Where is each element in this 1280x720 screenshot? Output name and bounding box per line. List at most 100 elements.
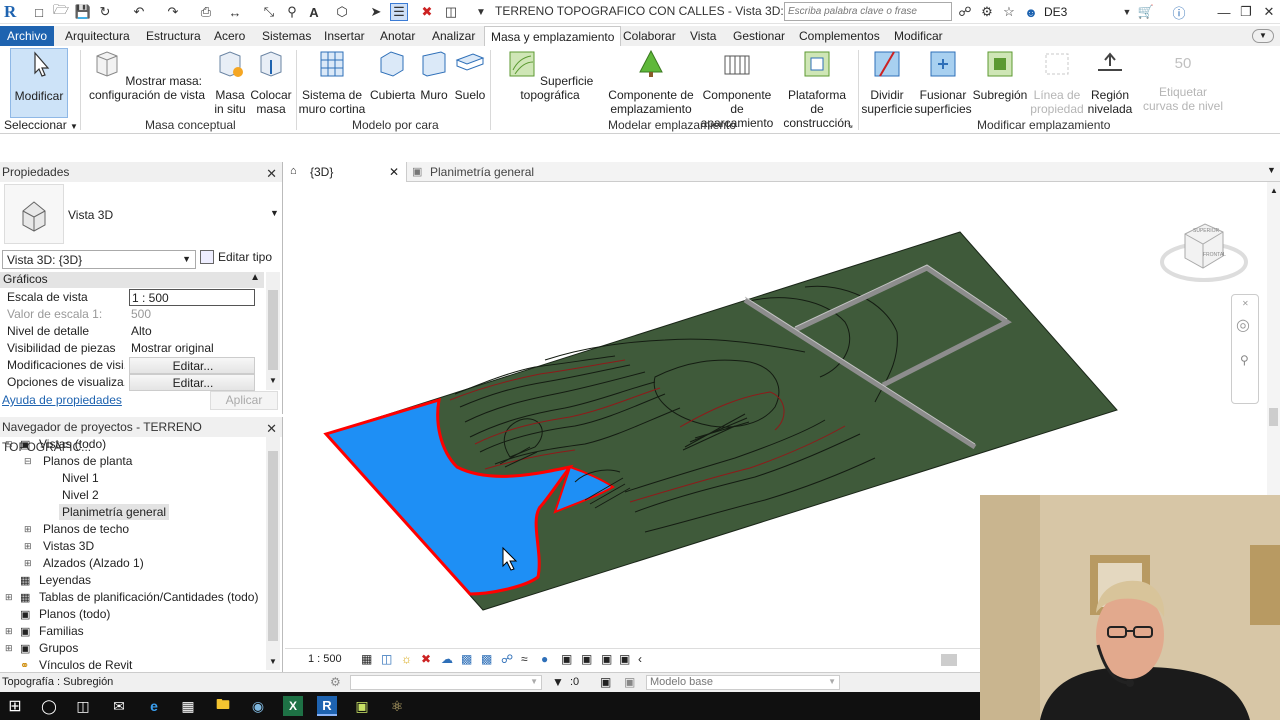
temp-hide-icon[interactable]: ≈ [521, 652, 528, 666]
edit-type-button[interactable]: Editar tipo [200, 250, 272, 264]
tag-icon[interactable]: ⚲ [283, 3, 301, 21]
apply-button[interactable]: Aplicar [210, 391, 278, 410]
close-icon[interactable]: ✕ [1260, 3, 1278, 21]
section-icon[interactable]: ➤ [367, 3, 385, 21]
tree-item-familias[interactable]: Familias [39, 624, 84, 638]
view-scale-field[interactable]: 1 : 500 [129, 289, 255, 306]
cortana-icon[interactable]: ◯ [39, 696, 59, 716]
building-pad-button[interactable]: Plataforma de construcción [780, 48, 854, 130]
tab-3d-view[interactable]: ⌂ {3D} ✕ [285, 162, 407, 182]
tree-item-alzados[interactable]: Alzados (Alzado 1) [43, 556, 144, 570]
windows-start-icon[interactable]: ⊞ [5, 696, 25, 716]
tab-sistemas[interactable]: Sistemas [256, 26, 317, 46]
customize-quick-access-icon[interactable]: ▼ [472, 3, 490, 21]
tree-item-grupos[interactable]: Grupos [39, 641, 78, 655]
restore-icon[interactable]: ❐ [1237, 3, 1255, 21]
parts-visibility-field[interactable]: Mostrar original [129, 340, 255, 357]
reveal-constraints-icon[interactable]: ▣ [619, 652, 630, 666]
tree-item-nivel-1[interactable]: Nivel 1 [62, 471, 99, 485]
revit-taskbar-icon[interactable]: R [317, 696, 337, 716]
expand-icon[interactable]: ⊞ [24, 558, 32, 569]
editable-only-icon[interactable]: ▣ [624, 675, 635, 689]
notes-icon[interactable]: ▣ [352, 696, 372, 716]
properties-scrollbar[interactable]: ▼ [266, 272, 280, 390]
analytical-model-icon[interactable]: ▣ [581, 652, 592, 666]
tab-anotar[interactable]: Anotar [374, 26, 421, 46]
highlight-displacement-icon[interactable]: ▣ [601, 652, 612, 666]
tab-insertar[interactable]: Insertar [318, 26, 371, 46]
steering-wheel-icon[interactable]: ◎ [1236, 315, 1250, 335]
workset-dropdown[interactable]: ▼ [350, 675, 542, 690]
horizontal-scroll-thumb[interactable] [941, 654, 957, 666]
modify-button[interactable]: Modificar [10, 48, 68, 118]
tree-item-tablas[interactable]: Tablas de planificación/Cantidades (todo… [39, 590, 258, 604]
tree-item-leyendas[interactable]: Leyendas [39, 573, 91, 587]
roof-button[interactable]: Cubierta [370, 48, 415, 102]
tab-vista[interactable]: Vista [684, 26, 722, 46]
edge-icon[interactable]: e [144, 696, 164, 716]
viewbar-more-icon[interactable]: ‹ [638, 652, 642, 666]
type-name[interactable]: Vista 3D [68, 208, 113, 222]
label-contours-button[interactable]: 50 Etiquetar curvas de nivel [1140, 48, 1226, 113]
tab-masa-y-emplazamiento[interactable]: Masa y emplazamiento [484, 26, 622, 47]
vg-overrides-edit-button[interactable]: Editar... [129, 357, 255, 374]
user-menu-chevron-icon[interactable]: ▼ [1118, 3, 1136, 21]
zoom-region-icon[interactable]: ⚲ [1240, 353, 1249, 367]
tab-gestionar[interactable]: Gestionar [727, 26, 791, 46]
open-icon[interactable]: 🗁 [52, 2, 70, 21]
tab-archivo[interactable]: Archivo [0, 26, 55, 46]
file-explorer-icon[interactable]: 🖿 [213, 696, 233, 716]
view-scale-control[interactable]: 1 : 500 [308, 653, 342, 665]
browser-scrollbar[interactable]: ▼ [266, 437, 280, 670]
detail-level-field[interactable]: Alto [129, 323, 255, 340]
minimize-icon[interactable]: — [1215, 3, 1233, 21]
show-mass-button[interactable]: Mostrar masa: configuración de vista [88, 48, 206, 102]
help-icon[interactable]: ⓘ [1170, 3, 1188, 21]
communication-icon[interactable]: ⚙ [978, 3, 996, 21]
tab-estructura[interactable]: Estructura [140, 26, 207, 46]
curtain-system-button[interactable]: Sistema de muro cortina [298, 48, 366, 116]
tree-item-vinculos[interactable]: Vínculos de Revit [39, 658, 132, 672]
tree-item-planimetria-general[interactable]: Planimetría general [59, 504, 170, 520]
panel-launcher-icon[interactable]: ↘ [846, 120, 854, 131]
temp-view-props-icon[interactable]: ▣ [561, 652, 572, 666]
dimension-icon[interactable]: ⤡ [260, 3, 278, 21]
merge-surfaces-button[interactable]: Fusionar superficies [914, 48, 972, 116]
subregion-button[interactable]: Subregión [972, 48, 1028, 102]
chrome-icon[interactable]: ◉ [248, 696, 268, 716]
panel-seleccionar[interactable]: Seleccionar ▼ [4, 118, 78, 132]
search-input[interactable] [784, 2, 952, 21]
switch-windows-icon[interactable]: ◫ [442, 3, 460, 21]
undo-icon[interactable]: ↶ [130, 3, 148, 21]
task-view-icon[interactable]: ◫ [73, 696, 93, 716]
tree-item-planos-techo[interactable]: Planos de techo [43, 522, 129, 536]
tabs-overflow-icon[interactable]: ▼ [1267, 165, 1276, 175]
calculator-icon[interactable]: ▦ [178, 696, 198, 716]
split-surface-button[interactable]: Dividir superficie [860, 48, 914, 116]
binoculars-icon[interactable]: ☍ [956, 3, 974, 21]
collapse-icon[interactable]: ⊟ [24, 456, 32, 467]
cart-icon[interactable]: 🛒 [1137, 3, 1155, 21]
expand-icon[interactable]: ⊞ [5, 592, 13, 603]
excel-icon[interactable]: X [283, 696, 303, 716]
close-hidden-icon[interactable]: ✖ [418, 3, 436, 21]
star-icon[interactable]: ☆ [1000, 3, 1018, 21]
expand-icon[interactable]: ⊞ [5, 626, 13, 637]
view-cube[interactable]: SUPERIOR FRONTAL [1159, 214, 1249, 290]
new-icon[interactable]: □ [30, 3, 48, 21]
tree-item-vistas-todo[interactable]: Vistas (todo) [39, 437, 106, 451]
site-component-button[interactable]: Componente de emplazamiento [608, 48, 694, 116]
worksets-icon[interactable]: ⚙ [330, 675, 341, 689]
revit-logo-icon[interactable]: R [4, 2, 22, 22]
visual-style-icon[interactable]: ◫ [381, 652, 392, 666]
property-line-button[interactable]: Línea de propiedad [1030, 48, 1084, 116]
user-icon[interactable]: ☻ [1022, 3, 1040, 21]
tab-planimetria-view[interactable]: ▣ Planimetría general [409, 162, 589, 182]
design-option-dropdown[interactable]: Modelo base ▼ [646, 675, 840, 690]
close-tab-icon[interactable]: ✕ [389, 165, 399, 179]
mail-icon[interactable]: ✉ [109, 696, 129, 716]
tree-item-planos-todo[interactable]: Planos (todo) [39, 607, 110, 621]
toposurface-button[interactable]: Superficie topográfica [494, 48, 606, 102]
tab-arquitectura[interactable]: Arquitectura [59, 26, 136, 46]
tree-item-nivel-2[interactable]: Nivel 2 [62, 488, 99, 502]
